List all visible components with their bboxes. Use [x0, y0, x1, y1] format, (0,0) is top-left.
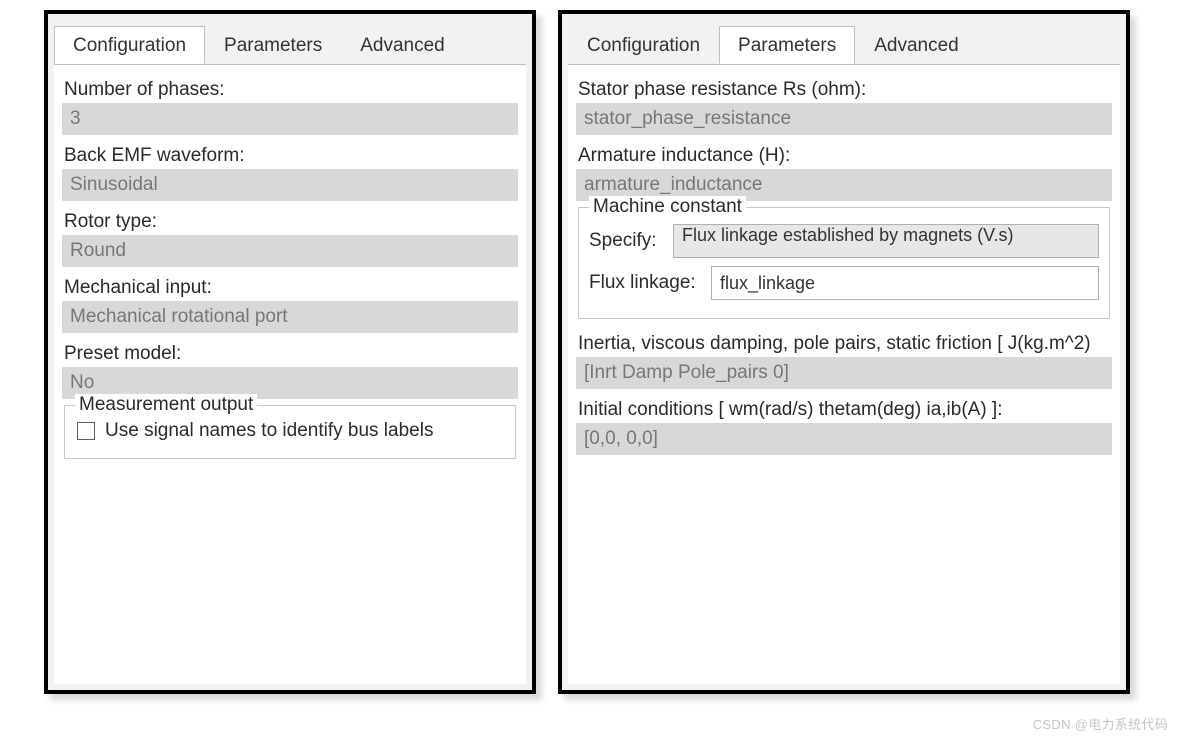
rs-field[interactable]: stator_phase_resistance [576, 103, 1112, 135]
tab-advanced-r[interactable]: Advanced [855, 26, 978, 64]
num-phases-field[interactable]: 3 [62, 103, 518, 135]
config-dialog-left: Configuration Parameters Advanced Number… [44, 10, 536, 694]
back-emf-label: Back EMF waveform: [62, 141, 518, 169]
flux-row: Flux linkage: [589, 266, 1099, 300]
preset-model-label: Preset model: [62, 339, 518, 367]
rotor-type-label: Rotor type: [62, 207, 518, 235]
specify-label: Specify: [589, 230, 663, 252]
config-dialog-right: Configuration Parameters Advanced Stator… [558, 10, 1130, 694]
signal-names-checkbox[interactable] [77, 422, 95, 440]
mech-input-field[interactable]: Mechanical rotational port [62, 301, 518, 333]
init-cond-label: Initial conditions [ wm(rad/s) thetam(de… [576, 395, 1112, 423]
signal-names-label: Use signal names to identify bus labels [105, 420, 433, 442]
tab-advanced[interactable]: Advanced [341, 26, 464, 64]
tab-parameters[interactable]: Parameters [205, 26, 341, 64]
tab-parameters-r[interactable]: Parameters [719, 26, 855, 64]
la-label: Armature inductance (H): [576, 141, 1112, 169]
tabstrip-right: Configuration Parameters Advanced [568, 22, 1120, 64]
tab-body-configuration: Number of phases: 3 Back EMF waveform: S… [54, 64, 526, 684]
inertia-field[interactable]: [Inrt Damp Pole_pairs 0] [576, 357, 1112, 389]
specify-dropdown[interactable]: Flux linkage established by magnets (V.s… [673, 224, 1099, 258]
rotor-type-field[interactable]: Round [62, 235, 518, 267]
tabstrip-left: Configuration Parameters Advanced [54, 22, 526, 64]
tab-configuration[interactable]: Configuration [54, 26, 205, 64]
watermark: CSDN @电力系统代码 [1033, 714, 1168, 733]
flux-linkage-input[interactable] [711, 266, 1099, 300]
tab-configuration-r[interactable]: Configuration [568, 26, 719, 64]
machine-constant-group: Machine constant Specify: Flux linkage e… [578, 207, 1110, 319]
measurement-output-legend: Measurement output [75, 394, 257, 416]
machine-constant-legend: Machine constant [589, 196, 746, 218]
num-phases-label: Number of phases: [62, 75, 518, 103]
specify-row: Specify: Flux linkage established by mag… [589, 224, 1099, 258]
signal-names-row[interactable]: Use signal names to identify bus labels [75, 414, 505, 448]
init-cond-field[interactable]: [0,0, 0,0] [576, 423, 1112, 455]
inertia-label: Inertia, viscous damping, pole pairs, st… [576, 329, 1112, 357]
flux-linkage-label: Flux linkage: [589, 272, 701, 294]
rs-label: Stator phase resistance Rs (ohm): [576, 75, 1112, 103]
tab-body-parameters: Stator phase resistance Rs (ohm): stator… [568, 64, 1120, 684]
measurement-output-group: Measurement output Use signal names to i… [64, 405, 516, 459]
back-emf-field[interactable]: Sinusoidal [62, 169, 518, 201]
mech-input-label: Mechanical input: [62, 273, 518, 301]
